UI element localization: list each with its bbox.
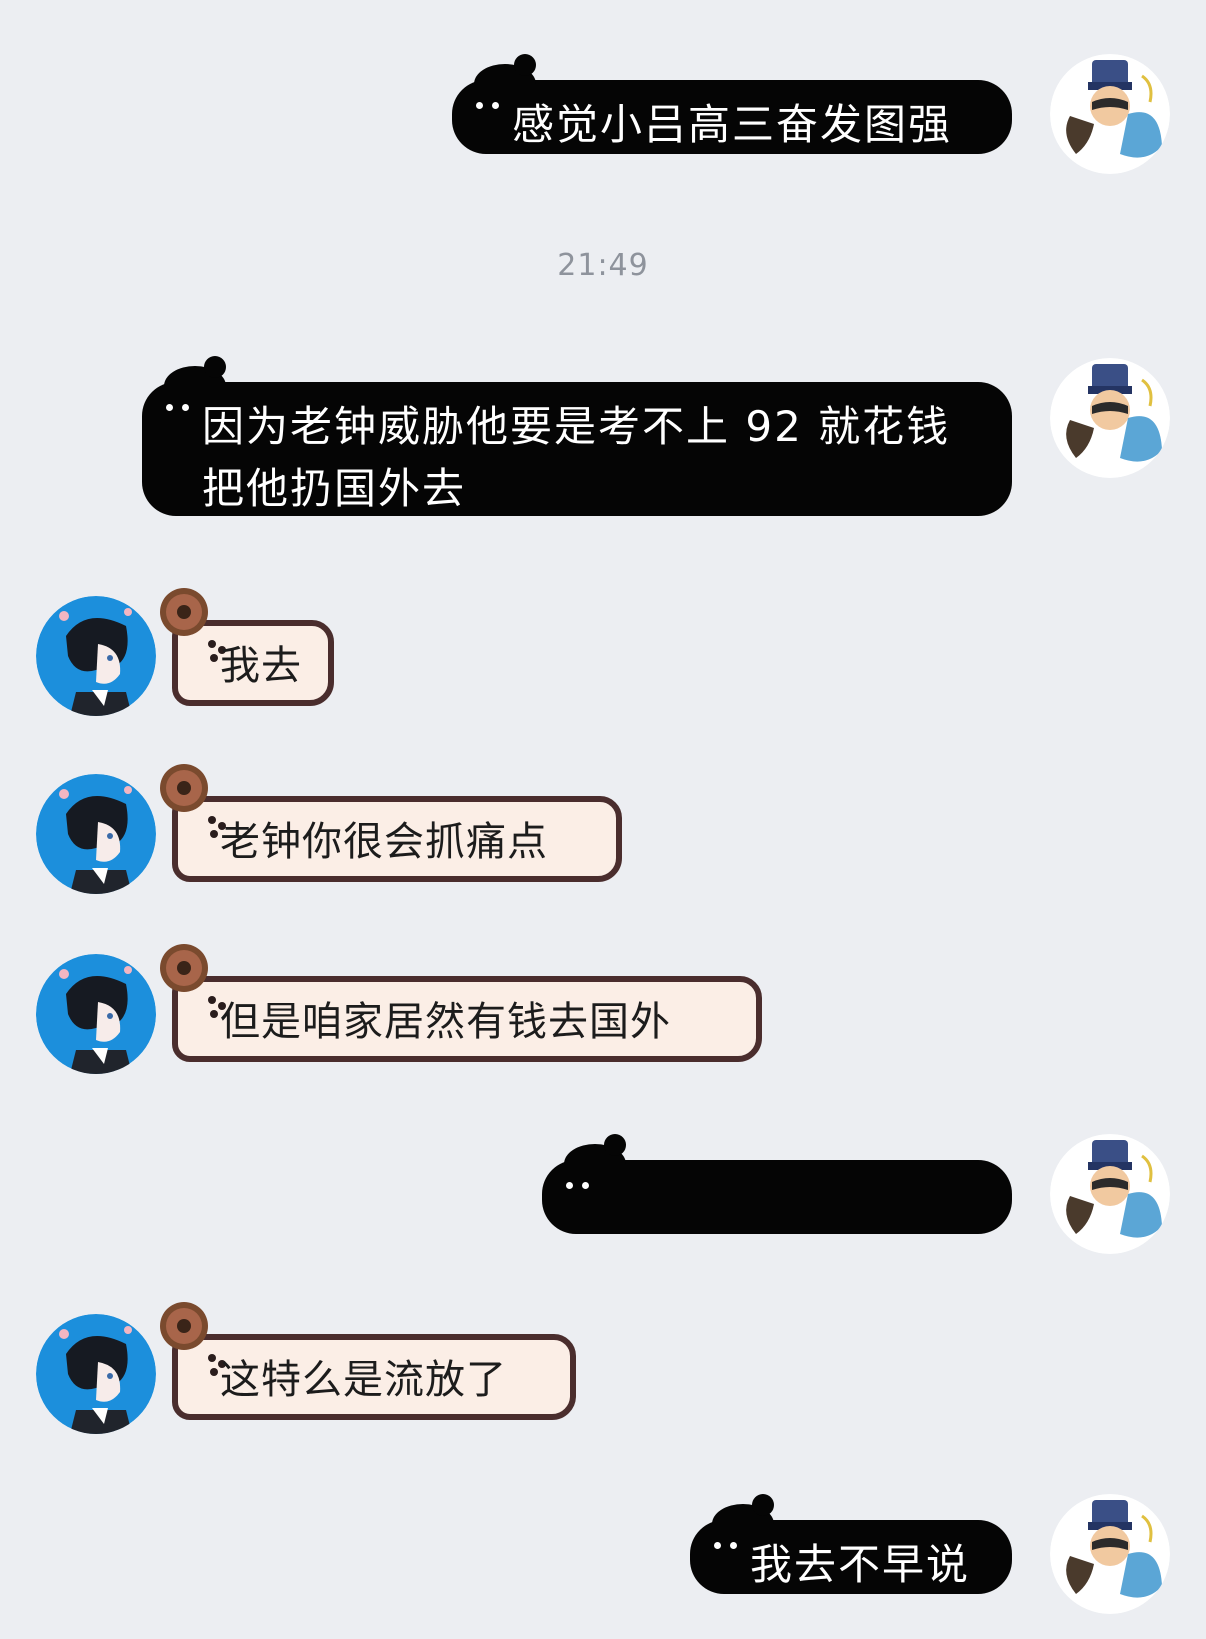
other-avatar[interactable] xyxy=(36,774,156,894)
message-text: 我去不早说 xyxy=(750,1540,971,1589)
anime-character-avatar-icon xyxy=(1050,1494,1170,1614)
cat-ear-decoration xyxy=(474,54,536,104)
cat-eyes-icon xyxy=(566,1182,596,1192)
anime-boy-profile-avatar-icon xyxy=(36,1314,156,1434)
self-avatar[interactable] xyxy=(1050,1494,1170,1614)
message-bubble-outgoing[interactable]: 我去不早说 xyxy=(690,1494,1012,1594)
message-bubble-incoming[interactable]: 我去 xyxy=(160,588,334,706)
anime-character-avatar-icon xyxy=(1050,54,1170,174)
message-text: 这特么是流放了 xyxy=(220,1357,507,1403)
cat-ear-decoration xyxy=(712,1494,774,1544)
donut-icon xyxy=(158,1300,210,1352)
message-text: 我去 xyxy=(220,643,302,689)
self-avatar[interactable] xyxy=(1050,54,1170,174)
message-text-line: 把他扔国外去 xyxy=(202,464,467,513)
donut-icon xyxy=(158,942,210,994)
cat-ear-decoration xyxy=(564,1134,626,1184)
other-avatar[interactable] xyxy=(36,1314,156,1434)
other-avatar[interactable] xyxy=(36,596,156,716)
message-text: 老钟你很会抓痛点 xyxy=(220,819,548,865)
self-avatar[interactable] xyxy=(1050,1134,1170,1254)
message-text: 感觉小吕高三奋发图强 xyxy=(512,100,953,149)
message-bubble-incoming[interactable]: 这特么是流放了 xyxy=(160,1302,576,1420)
message-bubble-incoming[interactable]: 但是咱家居然有钱去国外 xyxy=(160,944,762,1062)
anime-character-avatar-icon xyxy=(1050,1134,1170,1254)
anime-character-avatar-icon xyxy=(1050,358,1170,478)
message-bubble-outgoing-redacted[interactable] xyxy=(542,1134,1012,1234)
chat-container: 感觉小吕高三奋发图强 21:49 因为老钟威胁他要是考不上 92 就花钱 把他扔… xyxy=(0,0,1206,1639)
cat-eyes-icon xyxy=(714,1542,744,1552)
message-bubble-outgoing[interactable]: 感觉小吕高三奋发图强 xyxy=(452,54,1012,154)
message-bubble-incoming[interactable]: 老钟你很会抓痛点 xyxy=(160,764,622,882)
donut-icon xyxy=(158,762,210,814)
anime-boy-profile-avatar-icon xyxy=(36,954,156,1074)
other-avatar[interactable] xyxy=(36,954,156,1074)
anime-boy-profile-avatar-icon xyxy=(36,596,156,716)
donut-icon xyxy=(158,586,210,638)
anime-boy-profile-avatar-icon xyxy=(36,774,156,894)
message-text: 但是咱家居然有钱去国外 xyxy=(220,999,671,1045)
cat-eyes-icon xyxy=(476,102,506,112)
cat-eyes-icon xyxy=(166,404,196,414)
self-avatar[interactable] xyxy=(1050,358,1170,478)
message-bubble-outgoing[interactable]: 因为老钟威胁他要是考不上 92 就花钱 把他扔国外去 xyxy=(142,356,1012,516)
timestamp: 21:49 xyxy=(557,248,649,283)
message-text-line: 因为老钟威胁他要是考不上 92 就花钱 xyxy=(202,402,951,451)
